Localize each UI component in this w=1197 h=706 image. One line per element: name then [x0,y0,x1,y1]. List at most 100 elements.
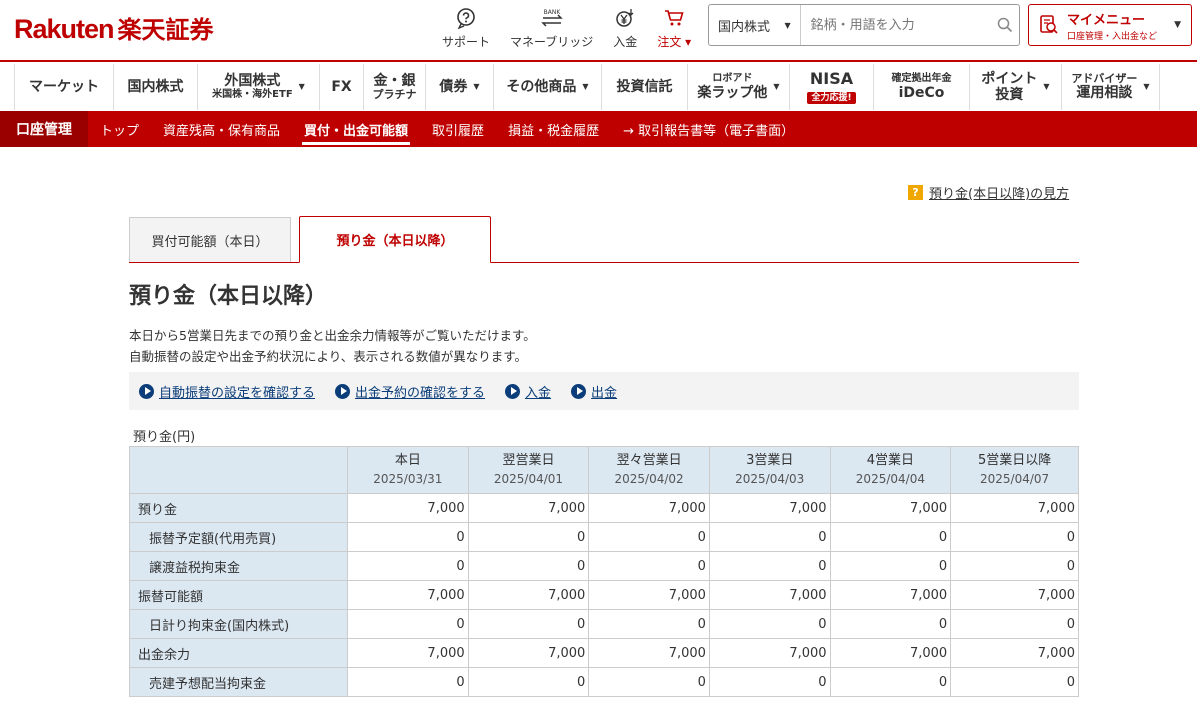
column-header: 3営業日 2025/04/03 [708,446,831,494]
nav-gold-silver[interactable]: 金・銀 プラチナ [364,64,426,110]
column-label: 5営業日以降 [977,453,1052,468]
row-label: 出金余力 [129,638,348,668]
nav-nisa[interactable]: NISA 全力応援! [790,64,874,110]
nav-robo-advisor-sub: 楽ラップ他 [697,84,768,101]
table-cell: 0 [708,667,831,697]
nav-mutual-funds[interactable]: 投資信託 [602,64,688,110]
nav-bonds[interactable]: 債券 ▼ [426,64,494,110]
withdrawal-reservation-link[interactable]: 出金予約の確認をする [355,382,485,401]
nav-ideco-sub: iDeCo [898,84,945,101]
quick-link-withdrawal-reservation: 出金予約の確認をする [335,382,485,401]
page-title: 預り金（本日以降） [129,284,328,309]
nav-ideco[interactable]: 確定拠出年金 iDeCo [874,64,970,110]
top-header: Rakuten 楽天証券 サポート BANK マネーブリッジ 入金 注文 ▾ 国… [0,0,1197,62]
search-category-value: 国内株式 [718,19,771,35]
column-label: 翌営業日 [502,453,555,468]
account-nav-history[interactable]: 取引履歴 [432,111,484,147]
nav-domestic-stocks-label: 国内株式 [127,78,184,95]
chevron-down-icon: ▼ [1043,82,1050,92]
search-category-select[interactable]: 国内株式 ▼ [709,5,801,45]
rakuten-securities-logo[interactable]: Rakuten 楽天証券 [14,10,214,44]
nav-bonds-label: 債券 [439,78,468,95]
column-header: 翌営業日 2025/04/01 [467,446,590,494]
nav-market[interactable]: マーケット [14,64,114,110]
money-bridge-link[interactable]: BANK マネーブリッジ [510,6,593,50]
tab-deposits-future[interactable]: 預り金（本日以降） [299,216,491,263]
account-nav-reports[interactable]: → 取引報告書等（電子書面） [623,111,794,147]
table-cell: 7,000 [588,638,710,668]
account-nav-top[interactable]: トップ [100,111,139,147]
help-link[interactable]: 預り金(本日以降)の見方 [929,183,1069,202]
nav-nisa-label: NISA [809,68,854,88]
quick-links: 自動振替の設定を確認する 出金予約の確認をする 入金 出金 [129,372,1079,410]
search-input[interactable] [800,5,991,45]
nav-domestic-stocks[interactable]: 国内株式 [114,64,198,110]
auto-transfer-link[interactable]: 自動振替の設定を確認する [159,382,315,401]
column-date: 2025/04/02 [614,472,684,486]
table-cell: 0 [467,609,590,639]
nav-nisa-badge: 全力応援! [807,92,856,105]
table-cell: 7,000 [950,580,1079,610]
table-cell: 0 [829,667,952,697]
description-line: 自動振替の設定や出金予約状況により、表示される数値が異なります。 [129,349,528,364]
table-cell: 7,000 [347,638,469,668]
stock-search: 国内株式 ▼ [708,4,1020,46]
deposit-yen-icon [614,6,636,30]
deposit-link[interactable]: 入金 [613,6,637,50]
header-tools: サポート BANK マネーブリッジ 入金 注文 ▾ [442,6,711,50]
row-label: 預り金 [129,493,348,523]
table-row: 売建予想配当拘束金 0 0 0 0 0 0 [129,667,1079,697]
nav-foreign-stocks-sub: 米国株・海外ETF [212,89,293,101]
chevron-down-icon: ▼ [298,82,305,92]
table-row: 振替可能額 7,000 7,000 7,000 7,000 7,000 7,000 [129,580,1079,610]
table-cell: 7,000 [347,580,469,610]
nav-gold-silver-label: 金・銀 [373,72,416,89]
table-cell: 0 [588,609,710,639]
nav-robo-advisor-label: ロボアド [712,73,753,85]
order-link[interactable]: 注文 ▾ [657,6,691,50]
tab-buying-power-today[interactable]: 買付可能額（本日） [129,217,291,262]
table-cell: 7,000 [708,638,831,668]
table-cell: 7,000 [829,580,952,610]
quick-link-deposit: 入金 [505,382,551,401]
account-nav: 口座管理 トップ 資産残高・保有商品 買付・出金可能額 取引履歴 損益・税金履歴… [0,111,1197,147]
nav-foreign-stocks[interactable]: 外国株式 米国株・海外ETF ▼ [198,64,320,110]
nav-point-sub: 投資 [995,87,1024,103]
table-row: 預り金 7,000 7,000 7,000 7,000 7,000 7,000 [129,493,1079,523]
table-cell: 7,000 [588,493,710,523]
table-cell: 0 [347,667,469,697]
nav-other-products[interactable]: その他商品 ▼ [494,64,602,110]
table-row: 振替予定額(代用売買) 0 0 0 0 0 0 [129,522,1079,552]
withdraw-link[interactable]: 出金 [591,382,617,401]
support-link[interactable]: サポート [442,6,490,50]
column-date: 2025/04/01 [493,472,564,486]
account-nav-assets[interactable]: 資産残高・保有商品 [163,111,280,147]
account-management-title[interactable]: 口座管理 [0,111,88,147]
table-row: 譲渡益税拘束金 0 0 0 0 0 0 [129,551,1079,581]
search-button[interactable] [991,5,1019,45]
table-cell: 0 [588,667,710,697]
chevron-down-icon: ▼ [473,82,480,92]
nav-robo-advisor[interactable]: ロボアド 楽ラップ他 ▼ [688,64,790,110]
row-label: 振替可能額 [129,580,348,610]
column-header: 5営業日以降 2025/04/07 [950,446,1079,494]
nav-advisor-sub: 運用相談 [1076,85,1133,102]
nav-mutual-funds-label: 投資信託 [616,78,673,95]
table-row: 出金余力 7,000 7,000 7,000 7,000 7,000 7,000 [129,638,1079,668]
deposit-link[interactable]: 入金 [525,382,551,401]
account-nav-pnl-tax[interactable]: 損益・税金履歴 [508,111,599,147]
table-cell: 0 [347,522,469,552]
nav-point-label: ポイント [981,70,1038,87]
my-menu-button[interactable]: マイメニュー 口座管理・入出金など ▼ [1028,4,1192,46]
column-label: 3営業日 [746,453,794,468]
table-cell: 0 [588,522,710,552]
chevron-down-icon: ▼ [784,20,791,30]
table-caption: 預り金(円) [133,430,196,445]
search-icon [997,17,1012,33]
nav-fx[interactable]: FX [320,64,364,110]
page-description: 本日から5営業日先までの預り金と出金余力情報等がご覧いただけます。 自動振替の設… [129,325,536,367]
play-circle-icon [505,383,521,399]
nav-point-investment[interactable]: ポイント 投資 ▼ [970,64,1062,110]
nav-advisor[interactable]: アドバイザー 運用相談 ▼ [1062,64,1160,110]
account-nav-buying-power[interactable]: 買付・出金可能額 [302,111,411,147]
